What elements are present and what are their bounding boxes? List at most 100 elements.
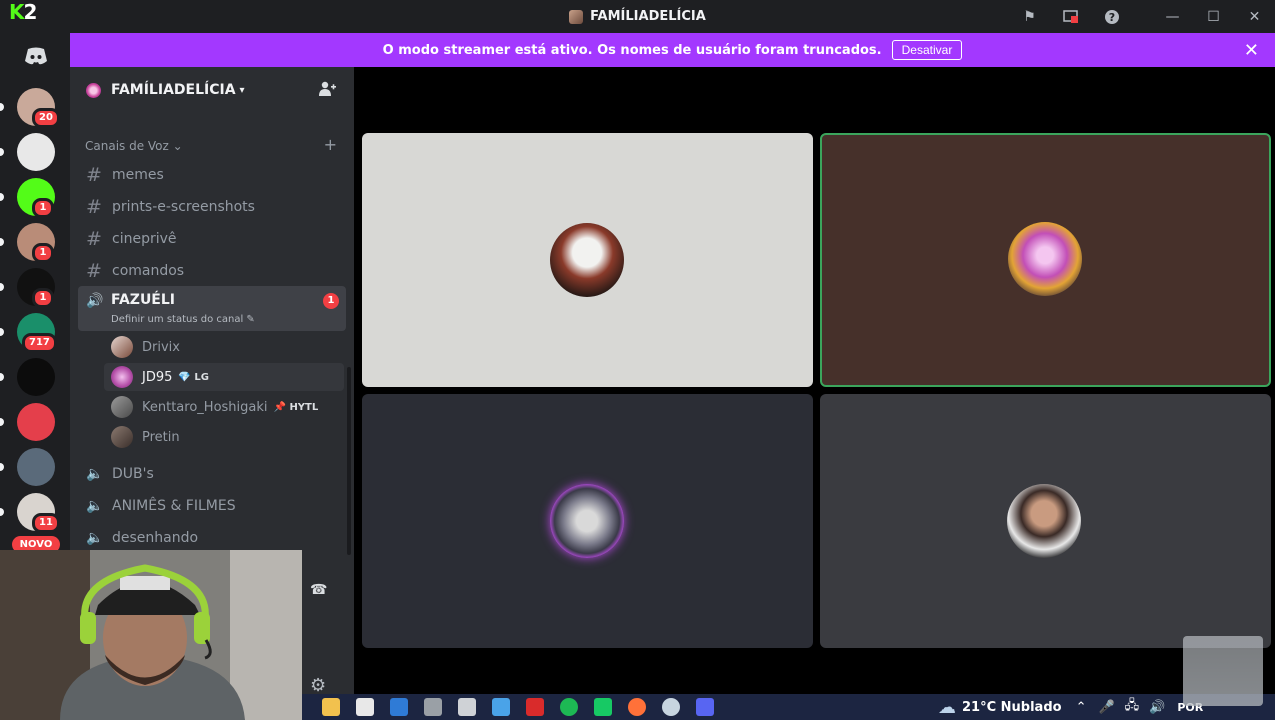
microphone-icon[interactable]: 🎤	[1098, 700, 1114, 715]
store-icon[interactable]	[356, 698, 374, 716]
server-name: FAMÍLIADELÍCIA	[111, 82, 236, 98]
server-7-icon[interactable]	[17, 358, 55, 396]
streamer-mode-banner: O modo streamer está ativo. Os nomes de …	[70, 33, 1275, 67]
banner-message: O modo streamer está ativo. Os nomes de …	[382, 42, 882, 58]
server-header[interactable]: FAMÍLIADELÍCIA ▾	[70, 67, 354, 113]
voice-channel-animes[interactable]: 🔈 ANIMÊS & FILMES	[86, 498, 236, 514]
mention-badge: 11	[32, 513, 60, 533]
participant-tile-2-speaking[interactable]	[820, 133, 1271, 387]
hash-icon: #	[86, 260, 102, 282]
close-icon[interactable]: ✕	[1234, 0, 1275, 33]
green-app-icon[interactable]	[594, 698, 612, 716]
voice-channel-desenhando[interactable]: 🔈 desenhando	[86, 530, 198, 546]
help-icon[interactable]: ?	[1091, 0, 1132, 33]
server-9-icon[interactable]	[17, 448, 55, 486]
unread-badge: 1	[323, 293, 339, 309]
file-explorer-icon[interactable]	[322, 698, 340, 716]
server-8-icon[interactable]	[17, 403, 55, 441]
deactivate-button[interactable]: Desativar	[891, 40, 963, 60]
unread-pill	[0, 103, 4, 111]
speaker-icon: 🔊	[86, 293, 104, 309]
channel-status[interactable]: Definir um status do canal ✎	[111, 314, 255, 325]
mention-badge: 717	[22, 333, 57, 353]
voice-call-grid	[354, 67, 1275, 692]
webcam-overlay	[0, 550, 302, 720]
avatar	[111, 366, 133, 388]
add-channel-icon[interactable]: +	[324, 135, 337, 154]
settings-gear-icon[interactable]: ⚙	[310, 675, 326, 696]
settings-icon[interactable]	[424, 698, 442, 716]
member-drivix[interactable]: Drivix	[111, 336, 180, 358]
unread-pill	[0, 508, 4, 516]
title-bar: K2 FAMÍLIADELÍCIA ⚑ ? — ☐ ✕	[0, 0, 1275, 33]
banner-close-icon[interactable]: ✕	[1244, 40, 1259, 61]
server-flower-icon	[86, 82, 101, 98]
participant-tile-3[interactable]	[362, 394, 813, 648]
participant-avatar	[1007, 484, 1081, 558]
minimize-icon[interactable]: —	[1152, 0, 1193, 33]
member-pretin[interactable]: Pretin	[111, 426, 180, 448]
channel-cineprive[interactable]: # cineprivê	[86, 228, 177, 250]
screen-share-icon[interactable]	[1050, 0, 1091, 33]
unread-pill	[0, 148, 4, 156]
mention-badge: 1	[32, 288, 54, 308]
member-jd95[interactable]: JD95 💎 LG	[111, 366, 209, 388]
discord-logo-icon	[25, 47, 47, 65]
guild-tag: 💎 LG	[178, 371, 209, 383]
category-voice-channels[interactable]: Canais de Voz ⌄	[85, 139, 183, 153]
mention-badge: 1	[32, 198, 54, 218]
webcam-person-image	[0, 550, 302, 720]
participant-avatar	[550, 484, 624, 558]
avatar	[111, 426, 133, 448]
voice-channel-dubs[interactable]: 🔈 DUB's	[86, 466, 154, 482]
discord-taskbar-icon[interactable]	[696, 698, 714, 716]
app-icon[interactable]	[492, 698, 510, 716]
unread-pill	[0, 463, 4, 471]
participant-tile-1[interactable]	[362, 133, 813, 387]
active-channel-name: FAZUÉLI	[111, 292, 176, 308]
maximize-icon[interactable]: ☐	[1193, 0, 1234, 33]
speaker-icon: 🔈	[86, 466, 104, 482]
unread-pill	[0, 283, 4, 291]
volume-icon[interactable]: 🔊	[1149, 700, 1165, 715]
vscode-icon[interactable]	[390, 698, 408, 716]
cloud-icon: ☁	[938, 696, 956, 718]
weather-widget[interactable]: 21°C Nublado	[962, 700, 1062, 715]
server-2-icon[interactable]	[17, 133, 55, 171]
participant-avatar	[1008, 222, 1082, 296]
member-kenttaro[interactable]: Kenttaro_Hoshigaki 📌 HYTL	[111, 396, 318, 418]
spotify-icon[interactable]	[560, 698, 578, 716]
guild-tag: 📌 HYTL	[273, 401, 319, 413]
windows-taskbar: ☁ 21°C Nublado ⌃ 🎤 🖧 🔊 POR	[302, 694, 1275, 720]
add-member-icon[interactable]	[318, 81, 336, 101]
flag-icon[interactable]: ⚑	[1009, 0, 1050, 33]
chevron-down-icon: ▾	[239, 84, 245, 96]
steam-icon[interactable]	[662, 698, 680, 716]
participant-avatar	[550, 223, 624, 297]
server-avatar-icon	[569, 9, 584, 24]
channel-comandos[interactable]: # comandos	[86, 260, 184, 282]
channel-memes[interactable]: # memes	[86, 164, 164, 186]
avatar	[111, 336, 133, 358]
avatar	[111, 396, 133, 418]
glass-cup-overlay	[1183, 636, 1263, 706]
speaker-icon: 🔈	[86, 530, 104, 546]
obs-icon[interactable]	[458, 698, 476, 716]
hash-icon: #	[86, 164, 102, 186]
unread-pill	[0, 238, 4, 246]
unread-pill	[0, 193, 4, 201]
firefox-icon[interactable]	[628, 698, 646, 716]
mention-badge: 1	[32, 243, 54, 263]
disconnect-icon[interactable]: ☎	[310, 582, 327, 598]
mention-badge: 20	[32, 108, 60, 128]
participant-tile-4[interactable]	[820, 394, 1271, 648]
unread-pill	[0, 418, 4, 426]
chevron-up-icon[interactable]: ⌃	[1076, 700, 1087, 715]
sidebar-scrollbar[interactable]	[347, 367, 351, 555]
discord-home-button[interactable]	[17, 37, 55, 75]
channel-prints[interactable]: # prints-e-screenshots	[86, 196, 255, 218]
hash-icon: #	[86, 228, 102, 250]
unread-pill	[0, 328, 4, 336]
network-icon[interactable]: 🖧	[1125, 696, 1140, 718]
red-app-icon[interactable]	[526, 698, 544, 716]
